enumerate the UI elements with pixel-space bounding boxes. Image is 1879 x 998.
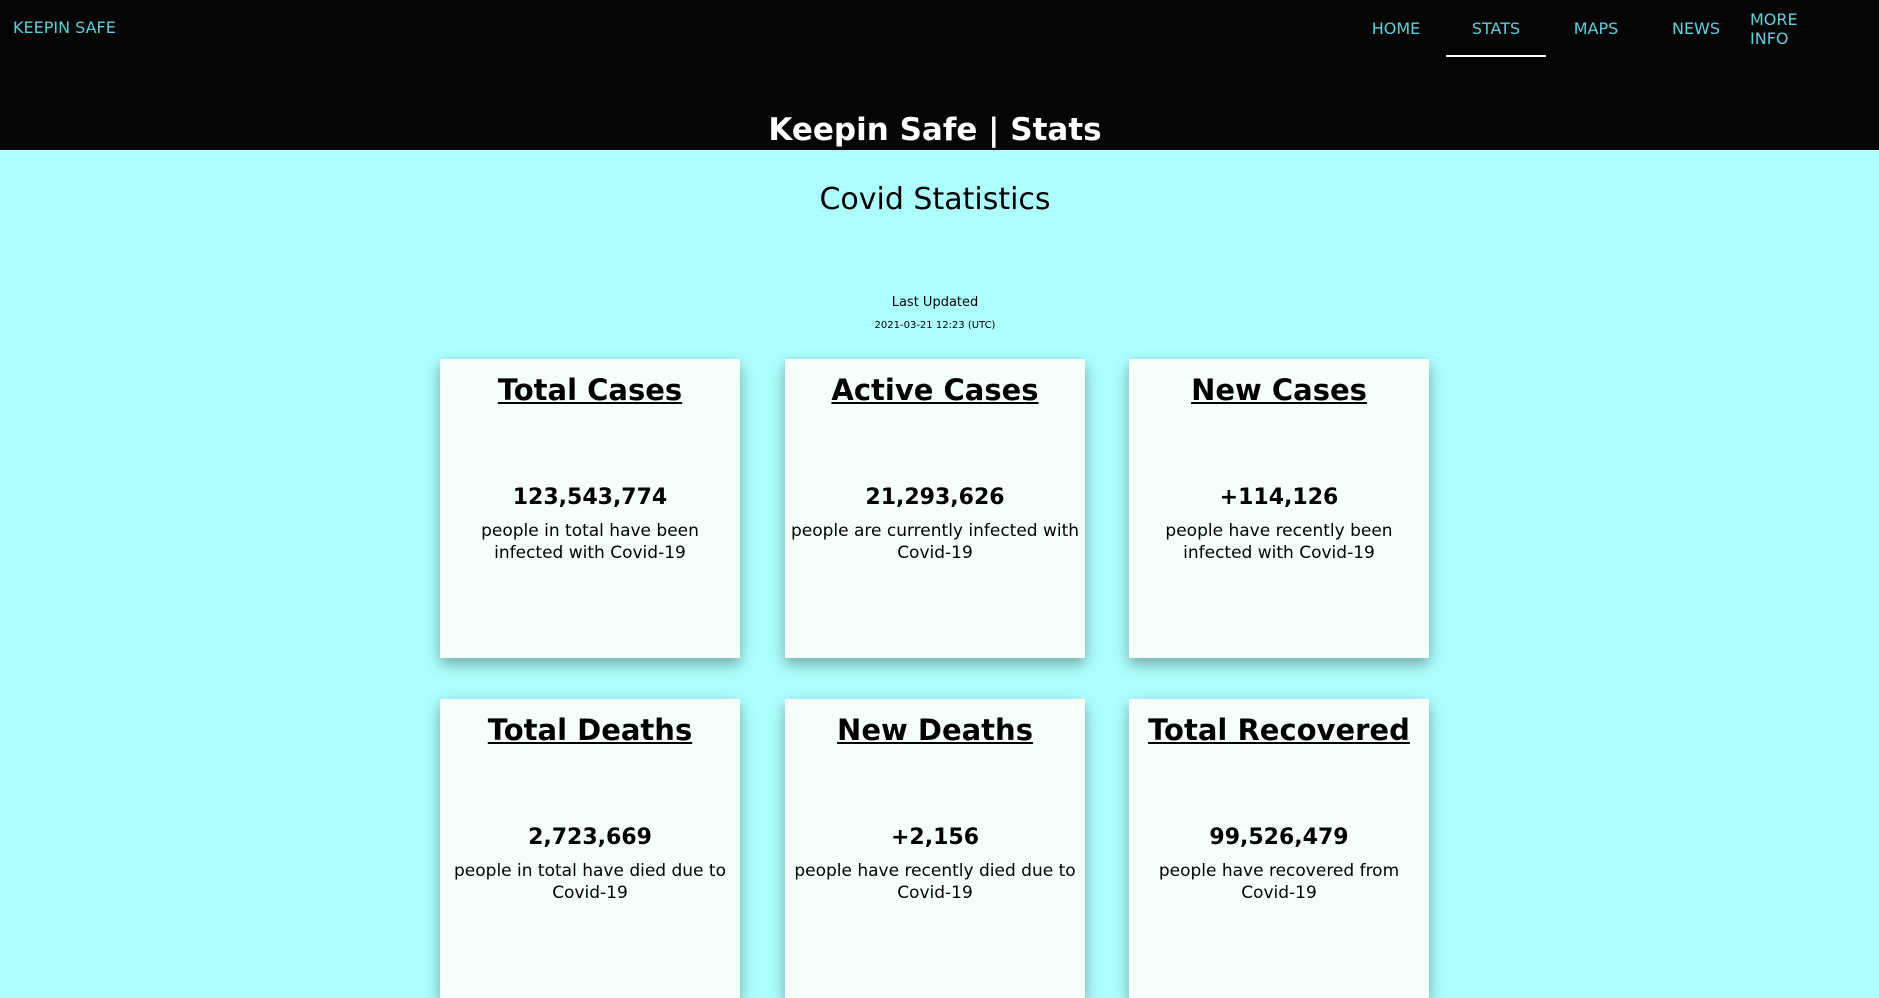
card-value: 99,526,479	[1209, 825, 1349, 850]
brand-link[interactable]: KEEPIN SAFE	[13, 18, 116, 37]
card-title: Total Cases	[497, 373, 683, 407]
card-description: people have recently been infected with …	[1165, 521, 1393, 563]
card-title: New Deaths	[837, 713, 1033, 747]
card-value: 123,543,774	[512, 485, 668, 510]
nav-home[interactable]: HOME	[1366, 0, 1426, 57]
nav-maps[interactable]: MAPS	[1566, 0, 1626, 57]
card-title: Active Cases	[831, 373, 1039, 407]
nav-home-label: HOME	[1371, 19, 1421, 38]
top-navbar: KEEPIN SAFE HOME STATS MAPS NEWS MORE IN…	[0, 0, 1879, 150]
stat-card-total-deaths: Total Deaths 2,723,669 people in total h…	[440, 699, 740, 998]
last-updated-label: Last Updated	[891, 295, 979, 310]
stat-card-new-deaths: New Deaths +2,156 people have recently d…	[785, 699, 1085, 998]
stat-card-total-cases: Total Cases 123,543,774 people in total …	[440, 359, 740, 658]
nav-news-label: NEWS	[1671, 19, 1721, 38]
card-title: Total Deaths	[487, 713, 693, 747]
stat-card-total-recovered: Total Recovered 99,526,479 people have r…	[1129, 699, 1429, 998]
last-updated-timestamp: 2021-03-21 12:23 (UTC)	[874, 320, 996, 331]
card-description: people in total have died due to Covid-1…	[454, 861, 726, 903]
site-title: Keepin Safe | Stats	[768, 112, 1102, 148]
card-description: people are currently infected with Covid…	[790, 521, 1080, 563]
nav-news[interactable]: NEWS	[1666, 0, 1726, 57]
nav-more-info-label: MORE INFO	[1750, 9, 1798, 48]
card-value: +2,156	[890, 825, 980, 850]
stat-card-active-cases: Active Cases 21,293,626 people are curre…	[785, 359, 1085, 658]
nav-stats-label: STATS	[1471, 19, 1521, 38]
stat-card-new-cases: New Cases +114,126 people have recently …	[1129, 359, 1429, 658]
nav-more-info[interactable]: MORE INFO	[1750, 0, 1840, 57]
nav-stats[interactable]: STATS	[1446, 0, 1546, 57]
card-title: Total Recovered	[1148, 713, 1410, 747]
card-description: people have recently died due to Covid-1…	[794, 861, 1076, 903]
nav-maps-label: MAPS	[1573, 19, 1619, 38]
card-value: +114,126	[1219, 485, 1339, 510]
card-description: people have recovered from Covid-19	[1158, 861, 1400, 903]
card-description: people in total have been infected with …	[481, 521, 699, 563]
card-value: 2,723,669	[528, 825, 652, 850]
page-title: Covid Statistics	[819, 182, 1051, 217]
card-title: New Cases	[1191, 373, 1367, 407]
card-value: 21,293,626	[865, 485, 1005, 510]
